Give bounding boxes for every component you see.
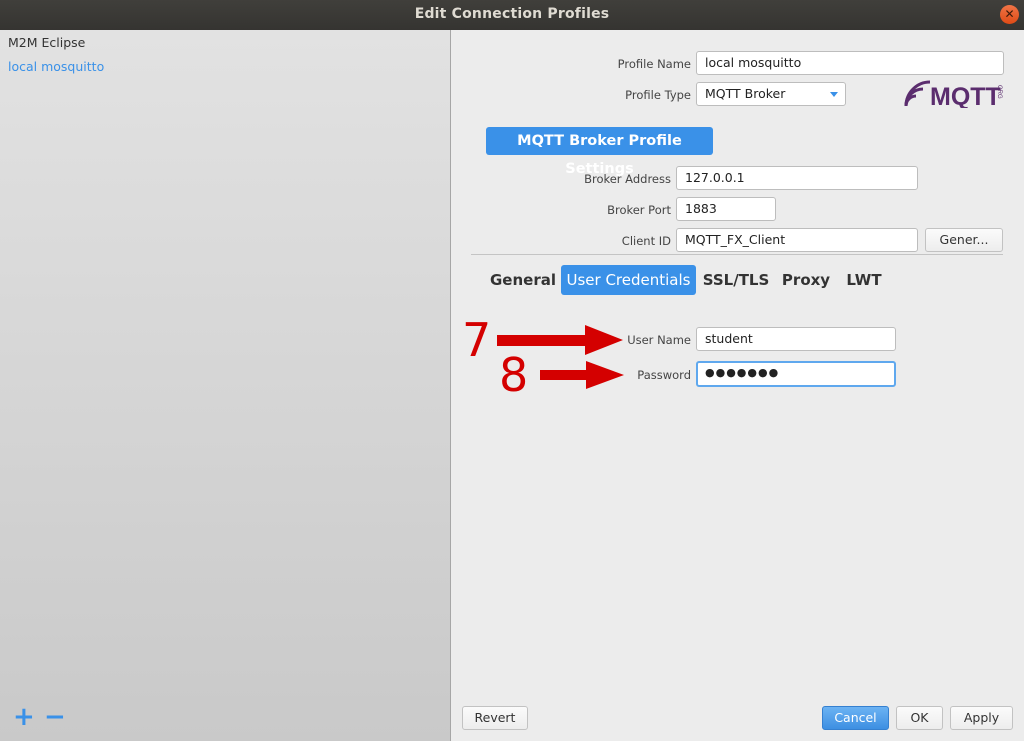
- profile-item-local-mosquitto[interactable]: local mosquitto: [8, 59, 104, 74]
- profile-item-m2m-eclipse[interactable]: M2M Eclipse: [8, 35, 85, 50]
- annotation-step-7: 7: [462, 313, 492, 367]
- mqtt-logo: MQTT ORG: [904, 80, 1002, 108]
- profile-type-select[interactable]: MQTT Broker: [696, 82, 846, 106]
- broker-address-input[interactable]: 127.0.0.1: [676, 166, 918, 190]
- tab-ssl-tls[interactable]: SSL/TLS: [702, 265, 770, 295]
- broker-port-input[interactable]: 1883: [676, 197, 776, 221]
- window-title: Edit Connection Profiles: [414, 6, 610, 22]
- profile-name-input[interactable]: local mosquitto: [696, 51, 1004, 75]
- broker-settings-header: MQTT Broker Profile Settings: [486, 127, 713, 177]
- broker-address-label: Broker Address: [584, 172, 671, 186]
- divider: [471, 254, 1003, 255]
- tab-user-credentials[interactable]: User Credentials: [561, 265, 696, 295]
- username-input[interactable]: student: [696, 327, 896, 351]
- tab-lwt[interactable]: LWT: [842, 265, 886, 295]
- tab-general[interactable]: General: [490, 265, 556, 295]
- arrow-right-icon: [540, 361, 624, 389]
- profile-type-value: MQTT Broker: [705, 86, 786, 101]
- apply-button[interactable]: Apply: [950, 706, 1013, 730]
- logo-text: MQTT: [930, 83, 1001, 108]
- add-profile-icon[interactable]: +: [13, 704, 35, 730]
- client-id-label: Client ID: [621, 234, 671, 248]
- profile-type-label: Profile Type: [625, 88, 691, 102]
- tab-proxy[interactable]: Proxy: [780, 265, 832, 295]
- ok-button[interactable]: OK: [896, 706, 943, 730]
- password-input[interactable]: ●●●●●●●: [696, 361, 896, 387]
- remove-profile-icon[interactable]: −: [44, 704, 66, 730]
- broker-port-label: Broker Port: [607, 203, 671, 217]
- cancel-button[interactable]: Cancel: [822, 706, 889, 730]
- chevron-down-icon: [830, 92, 838, 97]
- title-bar: Edit Connection Profiles ✕: [0, 0, 1024, 30]
- logo-suffix: ORG: [996, 85, 1002, 99]
- client-id-input[interactable]: MQTT_FX_Client: [676, 228, 918, 252]
- generate-client-id-button[interactable]: Gener...: [925, 228, 1003, 252]
- profile-name-label: Profile Name: [617, 57, 691, 71]
- revert-button[interactable]: Revert: [462, 706, 528, 730]
- close-icon[interactable]: ✕: [1000, 5, 1019, 24]
- profile-list: M2M Eclipse local mosquitto + −: [0, 30, 451, 741]
- annotation-step-8: 8: [499, 348, 529, 402]
